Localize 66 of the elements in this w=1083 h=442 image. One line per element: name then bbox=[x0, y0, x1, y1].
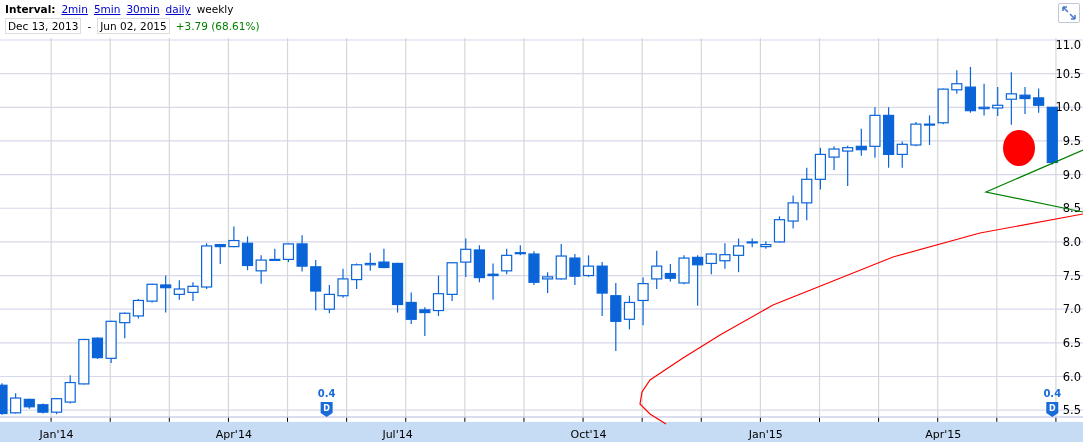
candlestick bbox=[828, 145, 840, 171]
axis-label: Oct'14 bbox=[570, 428, 607, 441]
marker-dot bbox=[1003, 130, 1035, 166]
axis-label: 10.0 bbox=[1055, 100, 1081, 115]
candlestick bbox=[569, 253, 581, 286]
dividend-amount: 0.4 bbox=[1043, 387, 1062, 399]
date-separator: - bbox=[87, 20, 92, 32]
candlestick bbox=[119, 311, 131, 339]
axis-label: 7.0 bbox=[1062, 302, 1081, 317]
axis-label: Jan'14 bbox=[39, 428, 74, 441]
candlestick bbox=[37, 402, 49, 415]
interval-link[interactable]: 30min bbox=[126, 3, 160, 15]
interval-option[interactable]: weekly bbox=[196, 3, 234, 15]
candlestick bbox=[446, 261, 458, 302]
expand-button[interactable] bbox=[1058, 3, 1080, 23]
interval-link[interactable]: 2min bbox=[61, 3, 88, 15]
axis-label: 8.0 bbox=[1062, 234, 1081, 249]
candlestick bbox=[0, 382, 8, 416]
candlestick bbox=[1019, 86, 1031, 115]
dividend-letter: D bbox=[1048, 403, 1056, 413]
axis-label: Apr'14 bbox=[215, 428, 252, 441]
candlestick bbox=[528, 250, 540, 286]
interval-label: Interval: bbox=[5, 3, 56, 15]
candlestick bbox=[146, 283, 158, 304]
expand-icon bbox=[1062, 6, 1076, 20]
dividend-flag[interactable] bbox=[1046, 401, 1059, 417]
axis-label: Apr'15 bbox=[925, 428, 962, 441]
axis-label: 5.5 bbox=[1062, 403, 1081, 418]
interval-link[interactable]: daily bbox=[165, 3, 191, 15]
candlestick bbox=[719, 242, 731, 270]
start-date-field[interactable]: Dec 13, 2013 bbox=[5, 18, 82, 34]
dividend-flag[interactable] bbox=[320, 401, 333, 417]
end-date-field[interactable]: Jun 02, 2015 bbox=[97, 18, 170, 34]
candlestick bbox=[678, 254, 690, 285]
candlestick bbox=[419, 306, 431, 337]
candlestick bbox=[132, 298, 144, 320]
interval-link[interactable]: 5min bbox=[93, 3, 121, 15]
candlestick bbox=[351, 262, 363, 290]
candlestick bbox=[801, 167, 813, 221]
candlestick bbox=[364, 252, 376, 272]
candlestick bbox=[637, 276, 649, 326]
axis-label: 9.5 bbox=[1062, 133, 1081, 148]
candlestick bbox=[473, 244, 485, 283]
candlestick bbox=[937, 87, 949, 125]
candlestick bbox=[460, 237, 472, 278]
candlestick bbox=[814, 147, 826, 190]
candlestick bbox=[869, 106, 881, 159]
axis-label: 11.0 bbox=[1055, 38, 1081, 52]
candlestick bbox=[432, 274, 445, 317]
axis-label: Jul'14 bbox=[382, 428, 413, 441]
candlestick bbox=[787, 194, 799, 230]
candlestick bbox=[187, 281, 199, 302]
axis-label: 9.0 bbox=[1062, 167, 1081, 182]
price-change: +3.79 (68.61%) bbox=[175, 20, 260, 32]
candlestick bbox=[487, 262, 499, 301]
candlestick bbox=[923, 114, 936, 146]
candlestick bbox=[910, 121, 922, 147]
axis-label: 10.5 bbox=[1055, 66, 1081, 81]
candlestick bbox=[337, 268, 349, 299]
axis-label: Jan'15 bbox=[748, 428, 783, 441]
axis-label: 6.0 bbox=[1062, 369, 1081, 384]
axis-label: 6.5 bbox=[1062, 335, 1081, 350]
dividend-amount: 0.4 bbox=[317, 387, 336, 399]
candlestick bbox=[255, 254, 267, 285]
dividend-letter: D bbox=[323, 403, 330, 413]
axis-label: 7.5 bbox=[1062, 268, 1081, 283]
